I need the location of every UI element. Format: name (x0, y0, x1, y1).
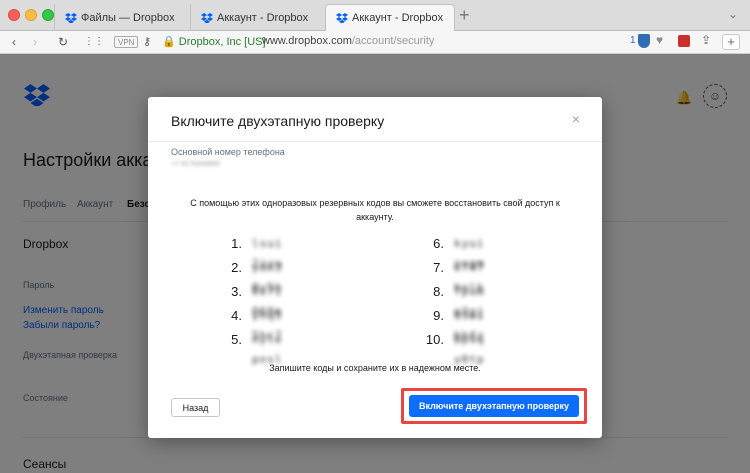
window-minimize-button[interactable] (25, 9, 37, 21)
code-number: 3. (231, 284, 242, 299)
browser-tab-account-active[interactable]: Аккаунт - Dropbox (325, 4, 455, 31)
tab-title: Аккаунт - Dropbox (352, 12, 444, 24)
extension-count: 1 (630, 35, 636, 46)
heart-icon[interactable]: ♥ (656, 33, 663, 47)
add-button[interactable]: + (722, 34, 740, 50)
window-maximize-button[interactable] (42, 9, 54, 21)
vpn-badge[interactable]: VPN (114, 36, 139, 48)
site-identity-label: Dropbox, Inc [US] (178, 36, 266, 48)
forward-icon[interactable]: › (33, 34, 37, 50)
shield-icon[interactable] (638, 34, 650, 48)
dropbox-icon (336, 13, 348, 23)
code-number: 5. (231, 332, 242, 347)
url-path: /account/security (351, 35, 435, 47)
site-identity[interactable]: 🔒 Dropbox, Inc [US] (162, 35, 266, 48)
chevron-down-icon[interactable]: ⌄ (728, 7, 738, 21)
url-domain: www.dropbox.com (262, 35, 352, 47)
enable-two-step-button[interactable]: Включите двухэтапную проверку (409, 395, 579, 417)
dropbox-icon (201, 12, 213, 23)
two-step-modal: Включите двухэтапную проверку × Основной… (148, 97, 602, 438)
phone-label: Основной номер телефона (171, 147, 285, 157)
reload-icon[interactable]: ↻ (58, 34, 68, 50)
code-number: 9. (433, 308, 444, 323)
tab-title: Файлы — Dropbox (81, 11, 175, 24)
address-bar[interactable]: www.dropbox.com/account/security (262, 35, 434, 47)
code-number: 2. (231, 260, 242, 275)
extension-icon[interactable] (678, 35, 690, 47)
browser-tab-bar: Файлы — Dropbox Аккаунт - Dropbox Аккаун… (0, 0, 750, 31)
code-number: 8. (433, 284, 444, 299)
modal-title: Включите двухэтапную проверку (171, 113, 385, 129)
code-number: 4. (231, 308, 242, 323)
grid-icon[interactable]: ⋮⋮ (84, 34, 104, 50)
browser-toolbar: ‹ › ↻ ⋮⋮ VPN ⚷ 🔒 Dropbox, Inc [US] www.d… (0, 31, 750, 54)
modal-header: Включите двухэтапную проверку × (148, 97, 602, 142)
dropbox-icon (65, 12, 77, 23)
tab-title: Аккаунт - Dropbox (217, 11, 309, 24)
window-close-button[interactable] (8, 9, 20, 21)
code-number: 6. (433, 236, 444, 251)
phone-value: +7 9176330865 (171, 161, 220, 168)
close-icon[interactable]: × (572, 111, 580, 127)
new-tab-button[interactable]: + (459, 5, 470, 26)
back-icon[interactable]: ‹ (12, 34, 16, 50)
code-number: 1. (231, 236, 242, 251)
save-codes-note: Запишите коды и сохраните их в надежном … (269, 363, 481, 373)
backup-codes-intro: С помощью этих одноразовых резервных код… (190, 198, 560, 222)
code-number: 10. (425, 332, 444, 347)
key-icon[interactable]: ⚷ (143, 34, 151, 50)
back-button[interactable]: Назад (171, 398, 220, 417)
lock-icon: 🔒 (162, 36, 176, 48)
share-icon[interactable]: ⇪ (701, 33, 711, 47)
browser-tab-files[interactable]: Файлы — Dropbox (54, 4, 190, 31)
code-number: 7. (433, 260, 444, 275)
browser-tab-account-1[interactable]: Аккаунт - Dropbox (190, 4, 324, 31)
